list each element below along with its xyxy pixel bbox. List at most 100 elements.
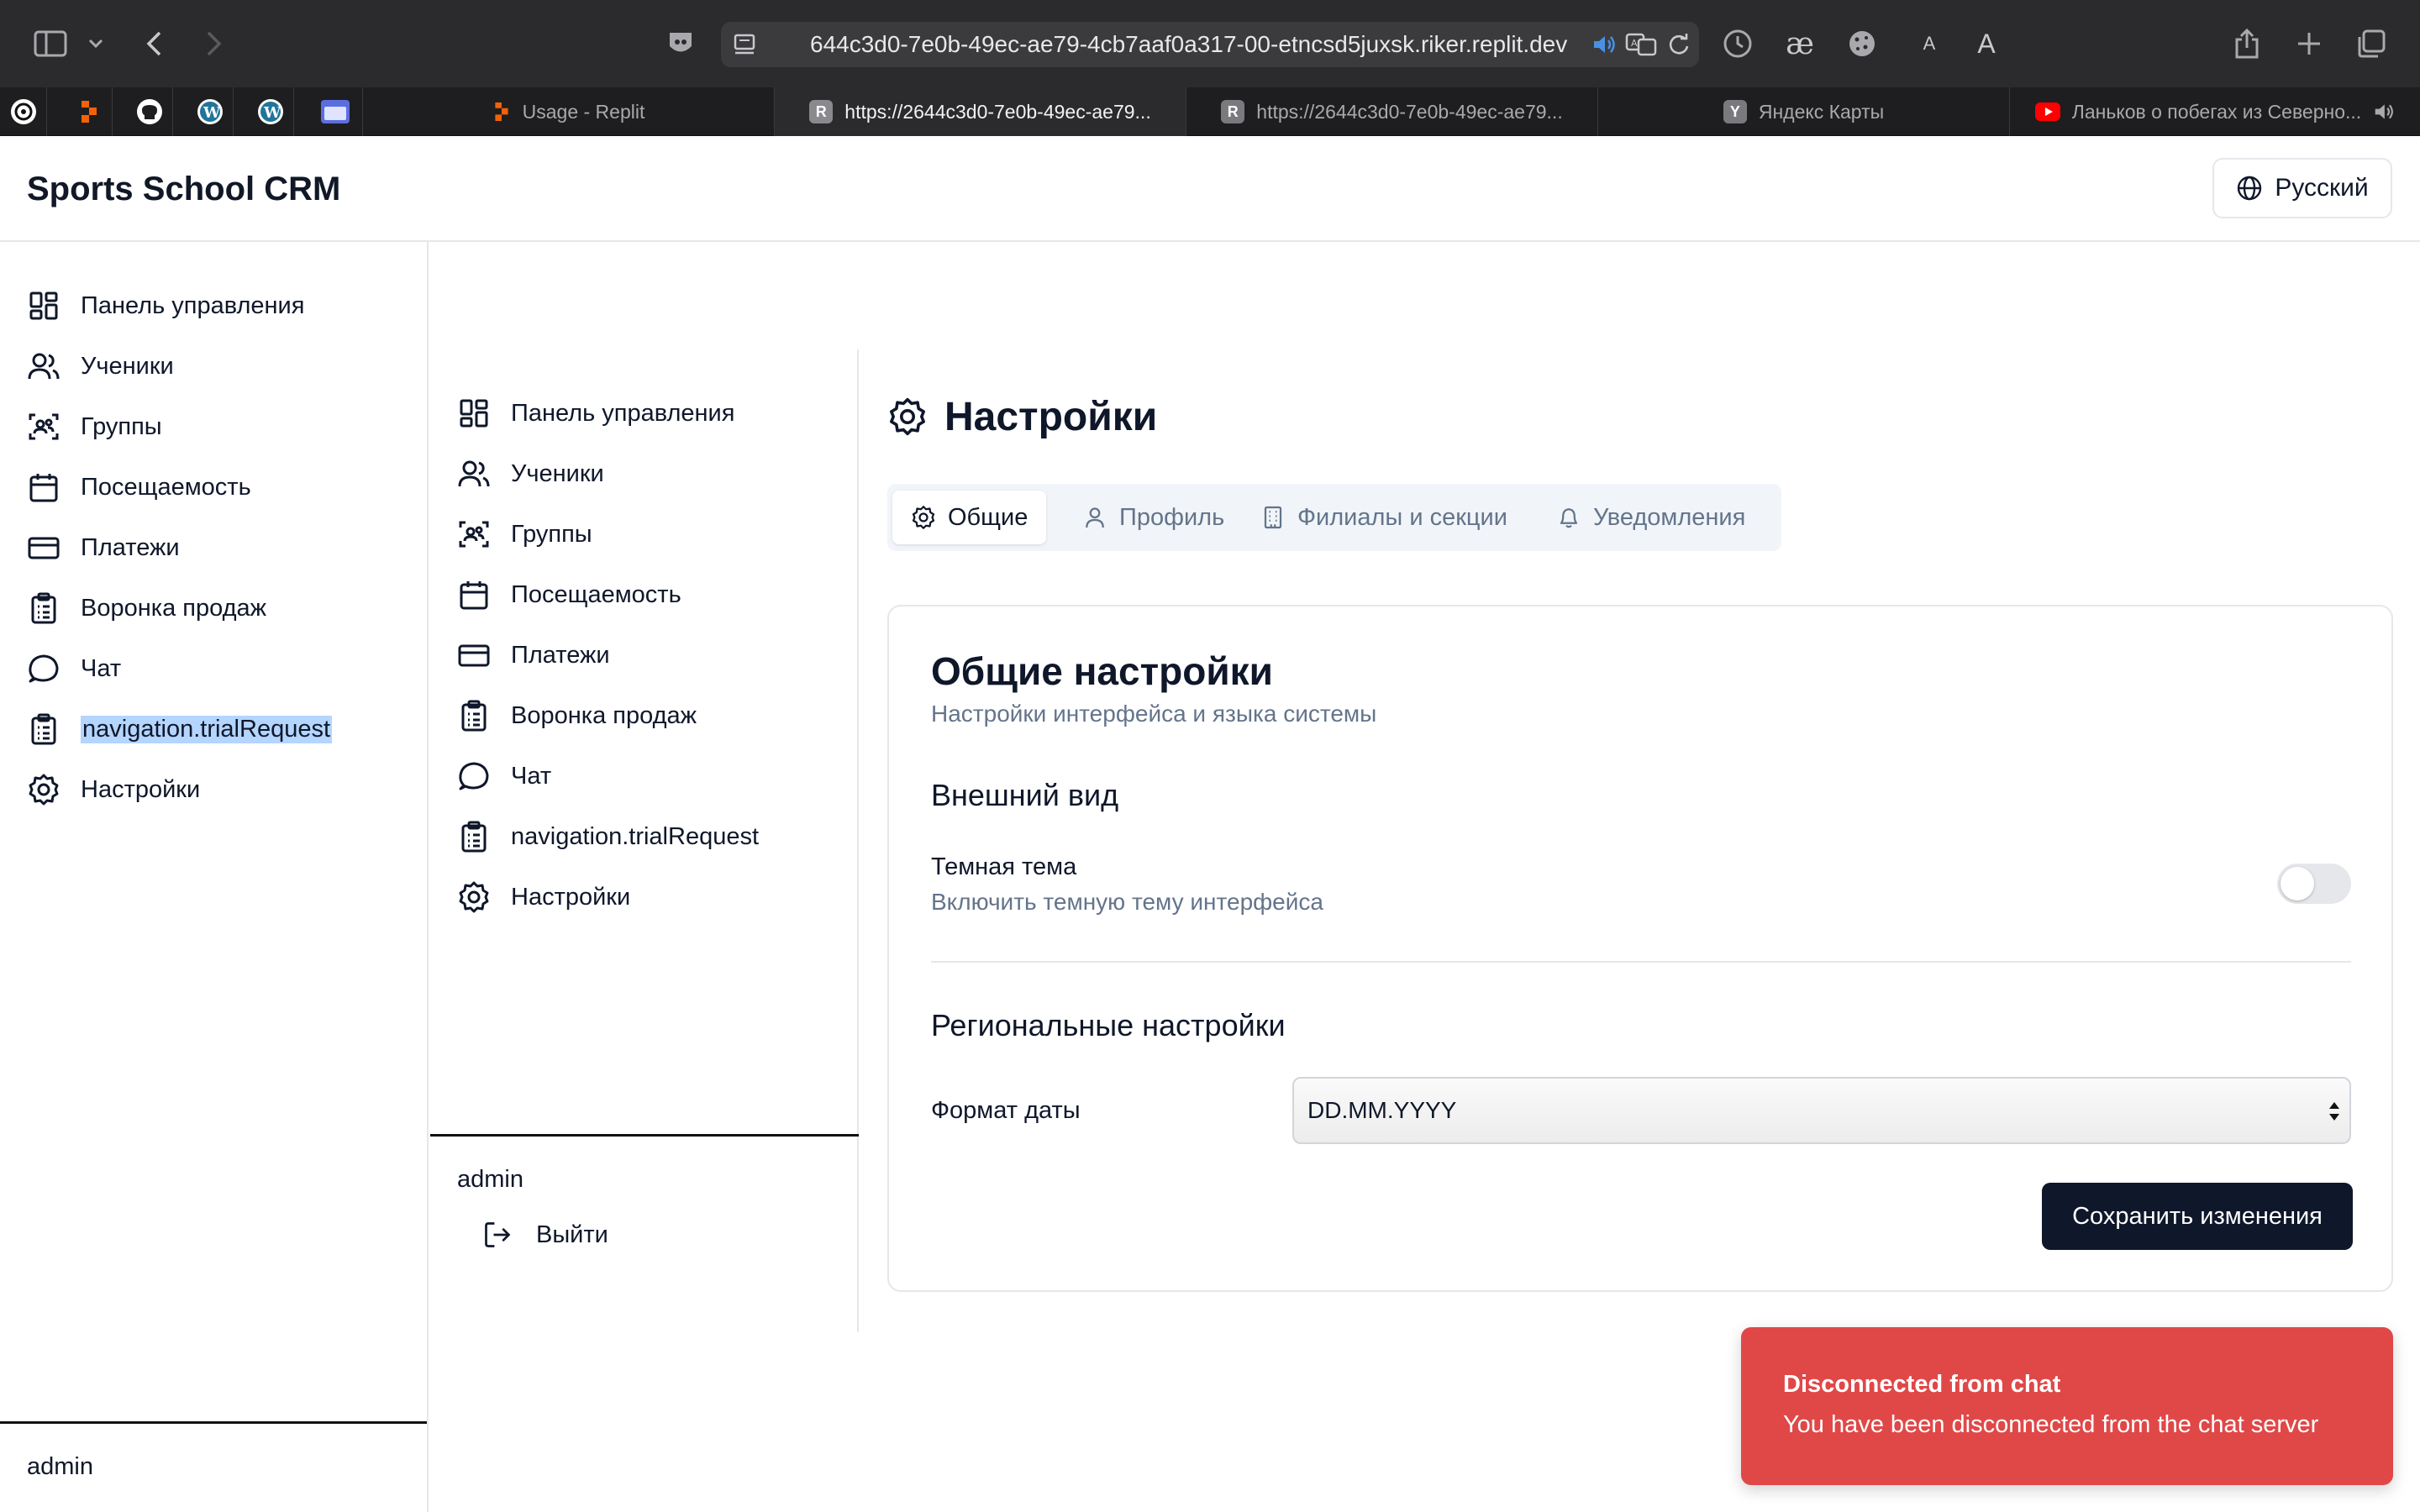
tab-branches[interactable]: Филиалы и секции [1242, 491, 1526, 544]
tab-label: Яндекс Карты [1758, 100, 1885, 123]
tab-audio-icon [2375, 104, 2394, 119]
calendar-icon [457, 578, 491, 612]
forward-icon[interactable] [193, 24, 234, 64]
credit-card-icon [27, 531, 60, 564]
date-format-value: DD.MM.YYYY [1307, 1097, 1457, 1123]
dark-theme-toggle[interactable] [2277, 864, 2351, 904]
cookie-icon[interactable] [1842, 24, 1882, 64]
svg-text:W: W [203, 104, 221, 122]
gear-icon [911, 505, 936, 530]
back-icon[interactable] [134, 24, 175, 64]
wordpress-icon[interactable]: W [247, 87, 294, 136]
sidebar-item-payments[interactable]: Платежи [457, 630, 610, 680]
sidebar-item-label: Настройки [81, 775, 201, 803]
regional-section-title: Региональные настройки [931, 1008, 1286, 1042]
tab-notifications[interactable]: Уведомления [1538, 491, 1764, 544]
sidebar-item-attendance[interactable]: Посещаемость [27, 462, 251, 512]
replit-icon[interactable] [66, 87, 113, 136]
tab-profile[interactable]: Профиль [1064, 491, 1243, 544]
sidebar-item-label: navigation.trialRequest [511, 822, 760, 850]
svg-text:W: W [263, 104, 281, 122]
sidebar-item-students[interactable]: Ученики [27, 341, 174, 391]
privacy-shield-icon[interactable] [660, 24, 701, 64]
date-format-select[interactable]: DD.MM.YYYY [1292, 1077, 2351, 1144]
page-menu-icon[interactable] [733, 32, 758, 57]
sidebar-item-sales-funnel[interactable]: Воронка продаж [27, 583, 266, 633]
sidebar-item-label: Воронка продаж [81, 594, 267, 622]
tab-yandex-maps[interactable]: Y Яндекс Карты [1598, 87, 2010, 136]
tab-label: https://2644c3d0-7e0b-49ec-ae79... [844, 100, 1151, 123]
folder-icon[interactable] [308, 87, 363, 136]
tab-general[interactable]: Общие [892, 491, 1047, 544]
sidebar-item-label: Чат [81, 654, 122, 682]
clipboard-icon [457, 820, 491, 853]
tab-label: Уведомления [1593, 503, 1746, 531]
sidebar-primary: Панель управления Ученики Группы Посещае… [0, 242, 429, 1512]
app-header: Sports School CRM Русский [0, 136, 2420, 242]
clipboard-icon [457, 699, 491, 732]
general-settings-card: Общие настройки Настройки интерфейса и я… [887, 605, 2393, 1292]
reload-icon[interactable] [1667, 33, 1691, 56]
tab-label: Филиалы и секции [1297, 503, 1507, 531]
sidebar-item-students[interactable]: Ученики [457, 449, 604, 499]
history-clock-icon[interactable] [1718, 24, 1758, 64]
sidebar-item-label: navigation.trialRequest [81, 715, 333, 743]
sidebar-item-groups[interactable]: Группы [27, 402, 162, 452]
sidebar-item-chat[interactable]: Чат [27, 643, 121, 694]
chevron-down-icon[interactable] [79, 24, 113, 64]
page-title-text: Настройки [944, 394, 1158, 439]
date-format-label: Формат даты [931, 1097, 1081, 1124]
font-size-increase[interactable]: A [1966, 24, 2007, 64]
disconnected-toast[interactable]: Disconnected from chat You have been dis… [1741, 1327, 2393, 1485]
settings-tabs: Общие Профиль Филиалы и секции Уведомлен… [887, 484, 1781, 551]
sidebar-item-label: Группы [81, 412, 162, 440]
sidebar-secondary: Панель управления Ученики Группы Посещае… [430, 349, 859, 1332]
sidebar-item-groups[interactable]: Группы [457, 509, 592, 559]
sidebar-item-payments[interactable]: Платежи [27, 522, 180, 573]
translate-icon[interactable]: A [1625, 32, 1659, 57]
sidebar-item-dashboard[interactable]: Панель управления [27, 281, 304, 331]
sidebar-item-dashboard[interactable]: Панель управления [457, 388, 734, 438]
tab-label: Общие [948, 503, 1028, 531]
logout-button[interactable]: Выйти [482, 1220, 608, 1250]
language-label: Русский [2275, 174, 2369, 202]
bell-icon [1556, 505, 1581, 530]
gear-icon [887, 396, 928, 437]
sidebar-item-label: Ученики [81, 352, 174, 380]
address-bar[interactable]: 644c3d0-7e0b-49ec-ae79-4cb7aaf0a317-00-e… [721, 22, 1699, 67]
sidebar-toggle-icon[interactable] [30, 24, 71, 64]
groups-icon [27, 410, 60, 444]
share-icon[interactable] [2227, 24, 2267, 64]
sidebar-item-attendance[interactable]: Посещаемость [457, 570, 681, 620]
sidebar-item-settings[interactable]: Настройки [27, 764, 200, 815]
dark-theme-hint: Включить темную тему интерфейса [931, 889, 1323, 915]
logout-label: Выйти [536, 1221, 608, 1248]
credit-card-icon [457, 638, 491, 672]
tab-app-second[interactable]: R https://2644c3d0-7e0b-49ec-ae79... [1186, 87, 1598, 136]
tab-usage-replit[interactable]: Usage - Replit [363, 87, 775, 136]
sidebar-item-trial-request[interactable]: navigation.trialRequest [27, 704, 333, 754]
section-divider [931, 961, 2351, 963]
sidebar-item-label: Группы [511, 520, 592, 548]
sidebar-item-label: Посещаемость [511, 580, 681, 608]
wordpress-icon[interactable]: W [187, 87, 234, 136]
openai-icon[interactable] [0, 87, 47, 136]
sidebar-item-trial-request[interactable]: navigation.trialRequest [457, 811, 759, 862]
svg-text:A: A [1631, 38, 1638, 49]
appearance-section-title: Внешний вид [931, 778, 1119, 812]
app-title: Sports School CRM [27, 171, 341, 207]
new-tab-icon[interactable] [2289, 24, 2329, 64]
ae-extension-icon[interactable]: æ [1780, 24, 1820, 64]
tab-youtube[interactable]: Ланьков о побегах из Северно... [2010, 87, 2420, 136]
tab-overview-icon[interactable] [2351, 24, 2391, 64]
tab-app-active[interactable]: R https://2644c3d0-7e0b-49ec-ae79... [775, 87, 1186, 136]
sidebar-item-sales-funnel[interactable]: Воронка продаж [457, 690, 697, 741]
github-icon[interactable] [126, 87, 173, 136]
font-size-decrease[interactable]: A [1909, 24, 1949, 64]
sidebar-item-chat[interactable]: Чат [457, 751, 551, 801]
language-button[interactable]: Русский [2212, 158, 2392, 218]
save-changes-button[interactable]: Сохранить изменения [2042, 1183, 2353, 1250]
tab-favicon-y: Y [1723, 100, 1747, 123]
audio-playing-icon[interactable] [1591, 33, 1617, 56]
sidebar-item-settings[interactable]: Настройки [457, 872, 630, 922]
